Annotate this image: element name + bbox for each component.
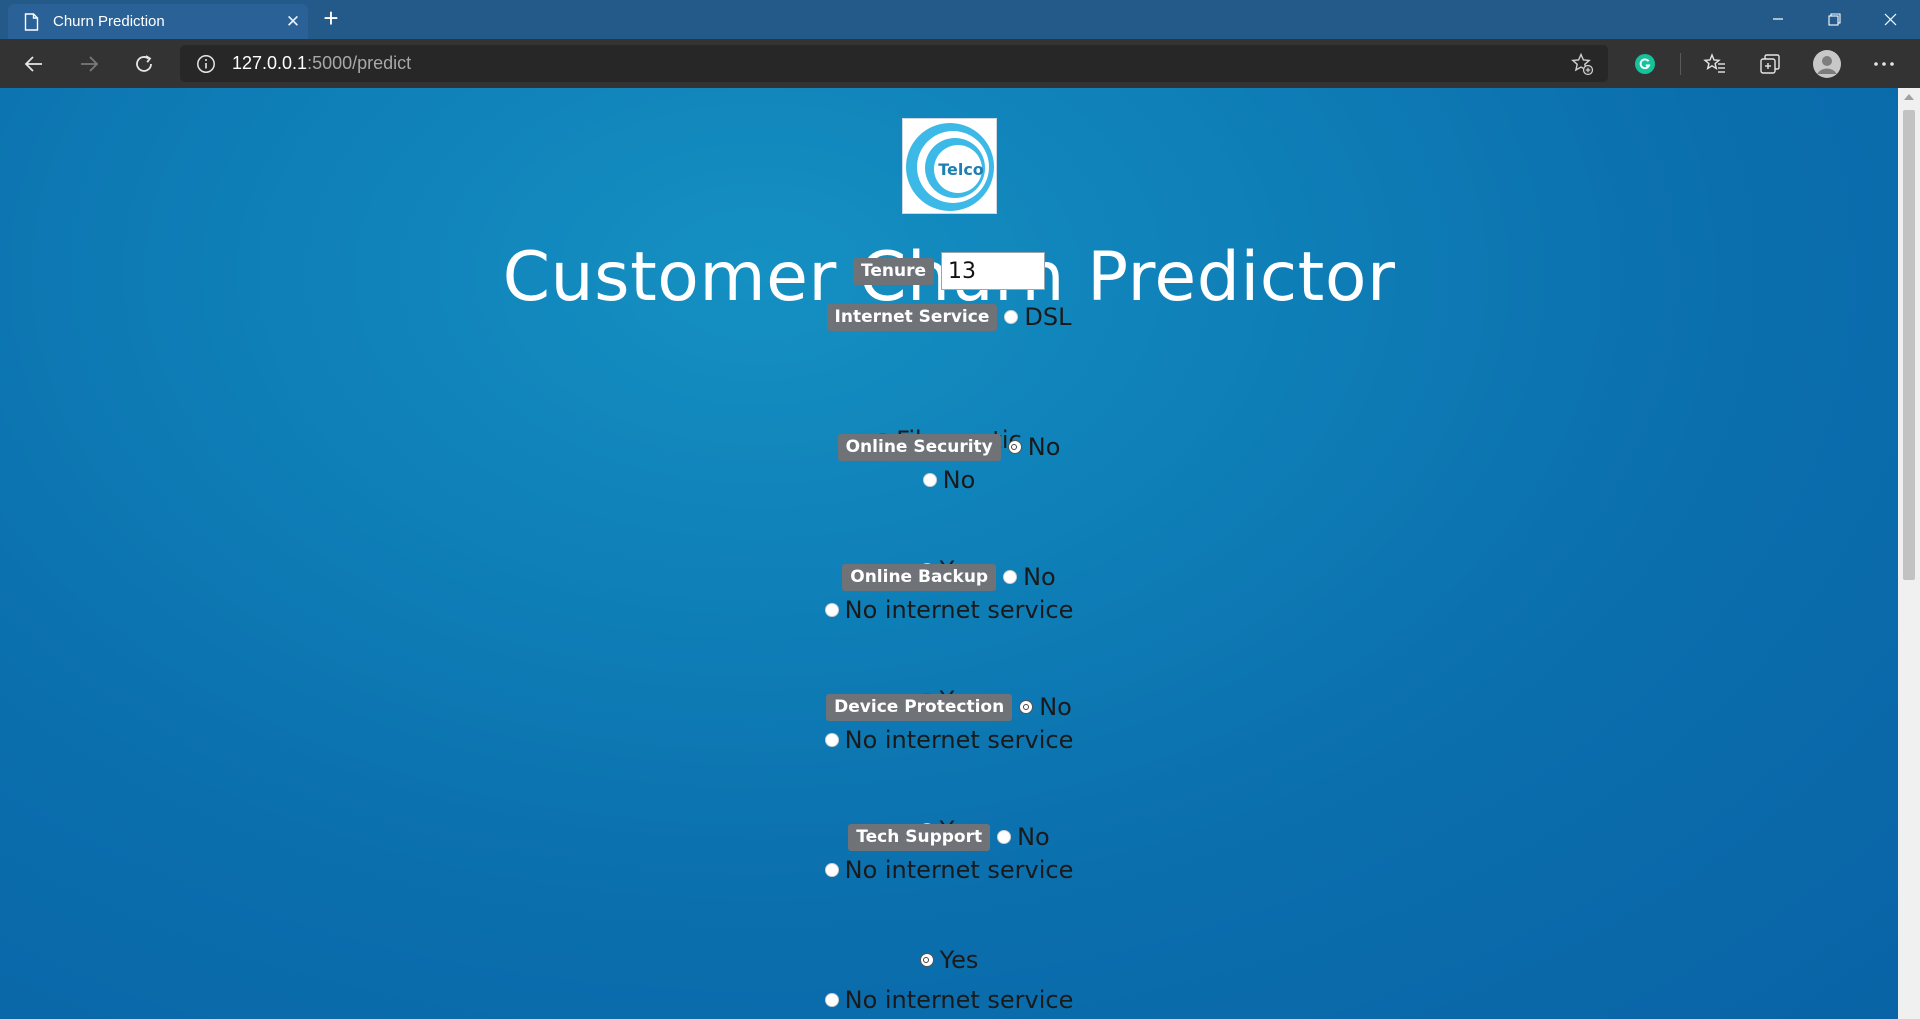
option-label: No internet service [844, 726, 1074, 754]
page-viewport: Telco Customer Churn Predictor Tenure In… [0, 88, 1898, 1019]
radio-button[interactable] [824, 993, 839, 1007]
title-bar: Churn Prediction ✕ + [0, 0, 1920, 39]
star-plus-icon[interactable] [1570, 52, 1594, 76]
radio-button[interactable] [997, 830, 1012, 844]
forward-arrow-icon[interactable] [71, 46, 107, 82]
tech-support-row-3: No internet service [0, 986, 1898, 1014]
url-host[interactable]: 127.0.0.1 [232, 53, 307, 74]
tech-support-option-no[interactable]: No [997, 823, 1050, 851]
radio-button[interactable] [1004, 310, 1019, 324]
browser-toolbar: 127.0.0.1:5000/predict [0, 39, 1920, 88]
address-bar[interactable]: 127.0.0.1:5000/predict [180, 45, 1608, 82]
device-protection-row: Device Protection No [0, 693, 1898, 721]
online-security-option-no-internet[interactable]: No internet service [824, 596, 1074, 624]
tech-support-row-2: Yes [0, 946, 1898, 974]
option-label: No [1039, 693, 1072, 721]
grammarly-icon[interactable] [1627, 46, 1663, 82]
online-security-label: Online Security [837, 433, 1001, 461]
tech-support-label: Tech Support [848, 823, 991, 851]
option-label: Yes [939, 946, 979, 974]
online-security-row: Online Security No [0, 433, 1898, 461]
device-protection-option-no-internet[interactable]: No internet service [824, 856, 1074, 884]
device-protection-row-3: No internet service [0, 856, 1898, 884]
device-protection-option-no[interactable]: No [1019, 693, 1072, 721]
refresh-icon[interactable] [126, 46, 162, 82]
tech-support-option-yes[interactable]: Yes [919, 946, 979, 974]
minimize-icon[interactable] [1750, 0, 1806, 38]
favorites-icon[interactable] [1697, 46, 1733, 82]
back-arrow-icon[interactable] [16, 46, 52, 82]
scrollbar-thumb[interactable] [1903, 110, 1915, 580]
radio-button-selected[interactable] [1007, 440, 1022, 454]
device-protection-label: Device Protection [826, 693, 1013, 721]
tech-support-row: Tech Support No [0, 823, 1898, 851]
close-icon[interactable]: ✕ [278, 12, 308, 32]
option-label: No internet service [844, 596, 1074, 624]
telco-logo: Telco [902, 118, 997, 214]
radio-button[interactable] [1003, 570, 1018, 584]
tab-title: Churn Prediction [53, 13, 165, 30]
online-security-option-no[interactable]: No [1007, 433, 1061, 461]
tenure-label: Tenure [853, 257, 934, 285]
online-security-row-3: No internet service [0, 596, 1898, 624]
radio-button[interactable] [922, 473, 937, 487]
internet-service-label: Internet Service [826, 303, 998, 331]
online-backup-label: Online Backup [842, 563, 997, 591]
plus-icon[interactable]: + [316, 4, 346, 34]
scroll-up-arrow-icon[interactable] [1904, 94, 1914, 100]
internet-service-row: Internet Service DSL [0, 303, 1898, 331]
page-icon [24, 12, 39, 31]
option-label: No internet service [844, 856, 1074, 884]
option-label: No [1017, 823, 1050, 851]
option-label: No [1027, 433, 1061, 461]
tenure-row: Tenure [0, 252, 1898, 290]
restore-icon[interactable] [1806, 0, 1862, 38]
radio-button[interactable] [824, 733, 839, 747]
internet-service-option-dsl[interactable]: DSL [1004, 303, 1071, 331]
browser-tab[interactable]: Churn Prediction ✕ [8, 4, 308, 39]
option-label: DSL [1024, 303, 1072, 331]
option-label: No [942, 466, 976, 494]
profile-icon[interactable] [1809, 46, 1845, 82]
radio-button-selected[interactable] [919, 953, 934, 967]
tech-support-option-no-internet[interactable]: No internet service [824, 986, 1074, 1014]
info-icon[interactable] [196, 54, 216, 74]
online-backup-row-3: No internet service [0, 726, 1898, 754]
option-label: No [1023, 563, 1056, 591]
internet-service-option-no[interactable]: No [922, 466, 976, 494]
more-icon[interactable] [1866, 46, 1902, 82]
radio-button-selected[interactable] [1019, 700, 1034, 714]
window-close-icon[interactable] [1862, 0, 1918, 38]
online-backup-option-no[interactable]: No [1003, 563, 1056, 591]
radio-button[interactable] [824, 603, 839, 617]
collections-icon[interactable] [1752, 46, 1788, 82]
logo-text: Telco [938, 160, 984, 179]
online-backup-option-no-internet[interactable]: No internet service [824, 726, 1074, 754]
vertical-scrollbar[interactable] [1898, 88, 1920, 1019]
internet-service-row-3: No [0, 466, 1898, 494]
option-label: No internet service [844, 986, 1074, 1014]
online-backup-row: Online Backup No [0, 563, 1898, 591]
radio-button[interactable] [824, 863, 839, 877]
toolbar-divider [1680, 53, 1681, 75]
tenure-input[interactable] [941, 252, 1045, 290]
url-path[interactable]: :5000/predict [307, 53, 411, 74]
